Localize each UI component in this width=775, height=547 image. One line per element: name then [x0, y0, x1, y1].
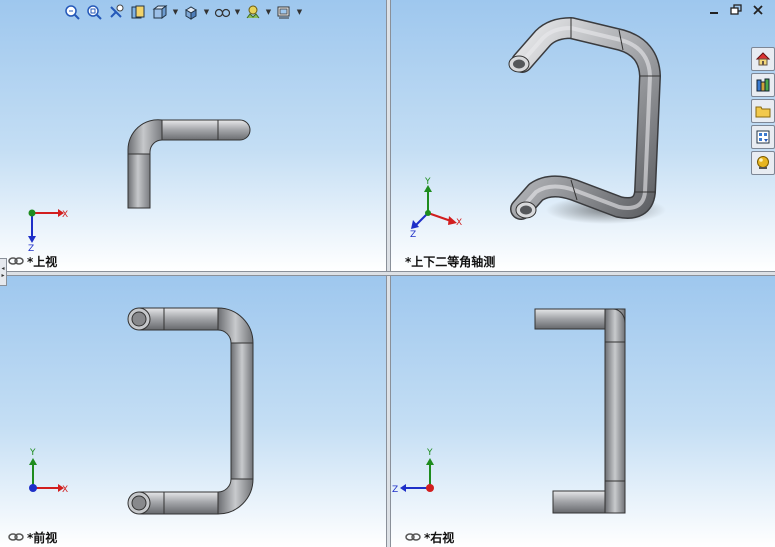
feature-manager-collapse-handle[interactable]: ◂ ▸ — [0, 258, 7, 286]
hide-show-items-button[interactable] — [212, 3, 232, 21]
front-view-model[interactable]: Y X — [0, 276, 386, 547]
previous-view-button[interactable] — [106, 3, 126, 21]
expand-arrow-icon: ▸ — [1, 272, 5, 279]
coordinate-triad — [29, 458, 64, 492]
folder-icon — [755, 106, 771, 118]
solidworks-resources-icon — [755, 52, 771, 66]
axis-label-x: X — [62, 210, 68, 220]
apply-scene-dropdown[interactable]: ▼ — [296, 3, 303, 21]
link-views-icon[interactable] — [8, 532, 24, 542]
pipe-model[interactable] — [534, 308, 626, 514]
viewport-splitter-horizontal[interactable] — [0, 271, 775, 276]
viewport-label-right: *右视 — [405, 530, 455, 545]
viewport-label-top: *上视 — [8, 254, 58, 269]
view-toolbar: ▼ ▼ ▼ ▼ ▼ — [62, 2, 303, 22]
viewport-right[interactable]: Y Z *右视 — [391, 276, 775, 547]
axis-label-y: Y — [29, 448, 36, 458]
task-pane-tabs — [751, 47, 775, 175]
pipe-model[interactable] — [510, 17, 661, 220]
viewport-label-front: *前视 — [8, 530, 58, 545]
zoom-to-fit-button[interactable] — [62, 3, 82, 21]
section-view-button[interactable] — [128, 3, 148, 21]
viewport-front[interactable]: Y X *前视 — [0, 276, 386, 547]
viewport-label-isometric: *上下二等角轴测 — [405, 254, 496, 269]
view-name-right: *右视 — [424, 530, 455, 545]
appearances-scenes-icon — [757, 156, 769, 169]
display-style-icon — [185, 6, 197, 20]
view-orientation-icon — [152, 5, 168, 19]
coordinate-triad — [28, 209, 64, 243]
edit-appearance-dropdown[interactable]: ▼ — [265, 3, 272, 21]
link-views-icon[interactable] — [8, 256, 24, 266]
appearances-scenes-tab[interactable] — [751, 151, 775, 175]
view-name-front: *前视 — [27, 530, 58, 545]
restore-icon — [730, 4, 742, 15]
zoom-to-fit-icon — [65, 5, 80, 20]
edit-appearance-icon — [246, 5, 260, 19]
zoom-area-icon — [87, 5, 102, 20]
close-icon — [753, 5, 763, 15]
file-explorer-tab[interactable] — [751, 99, 775, 123]
restore-button[interactable] — [729, 3, 743, 17]
coordinate-triad — [400, 458, 434, 492]
apply-scene-button[interactable] — [274, 3, 294, 21]
view-palette-icon — [756, 130, 770, 144]
coordinate-triad — [411, 185, 457, 229]
axis-label-x: X — [456, 218, 462, 228]
section-view-icon — [131, 5, 145, 19]
edit-appearance-button[interactable] — [243, 3, 263, 21]
axis-label-y: Y — [426, 448, 433, 458]
design-library-tab[interactable] — [751, 73, 775, 97]
axis-label-z: Z — [392, 485, 398, 495]
top-view-model[interactable]: X Z — [0, 0, 386, 271]
close-button[interactable] — [751, 3, 765, 17]
previous-view-icon — [110, 4, 124, 18]
collapse-arrow-icon: ◂ — [1, 265, 5, 272]
solidworks-resources-tab[interactable] — [751, 47, 775, 71]
axis-label-y: Y — [424, 177, 431, 187]
axis-label-z: Z — [410, 230, 416, 240]
minimize-icon — [710, 12, 718, 14]
iso-view-model[interactable]: Y X Z — [391, 0, 775, 271]
pipe-model[interactable] — [127, 119, 251, 209]
view-name-isometric: *上下二等角轴测 — [405, 254, 496, 269]
axis-label-x: X — [62, 485, 68, 495]
viewport-isometric[interactable]: Y X Z *上下二等角轴测 — [391, 0, 775, 271]
design-library-icon — [756, 78, 770, 92]
display-style-button[interactable] — [181, 3, 201, 21]
viewport-window-controls — [707, 3, 765, 17]
apply-scene-icon — [277, 6, 290, 19]
display-style-dropdown[interactable]: ▼ — [203, 3, 210, 21]
view-orientation-dropdown[interactable]: ▼ — [172, 3, 179, 21]
right-view-model[interactable]: Y Z — [391, 276, 775, 547]
hide-show-dropdown[interactable]: ▼ — [234, 3, 241, 21]
zoom-area-button[interactable] — [84, 3, 104, 21]
link-views-icon[interactable] — [405, 532, 421, 542]
view-orientation-button[interactable] — [150, 3, 170, 21]
viewport-top[interactable]: X Z ▼ ▼ ▼ ▼ ▼ *上视 — [0, 0, 386, 271]
view-palette-tab[interactable] — [751, 125, 775, 149]
pipe-model[interactable] — [127, 307, 254, 515]
hide-show-items-icon — [214, 8, 230, 18]
minimize-button[interactable] — [707, 3, 721, 17]
view-name-top: *上视 — [27, 254, 58, 269]
